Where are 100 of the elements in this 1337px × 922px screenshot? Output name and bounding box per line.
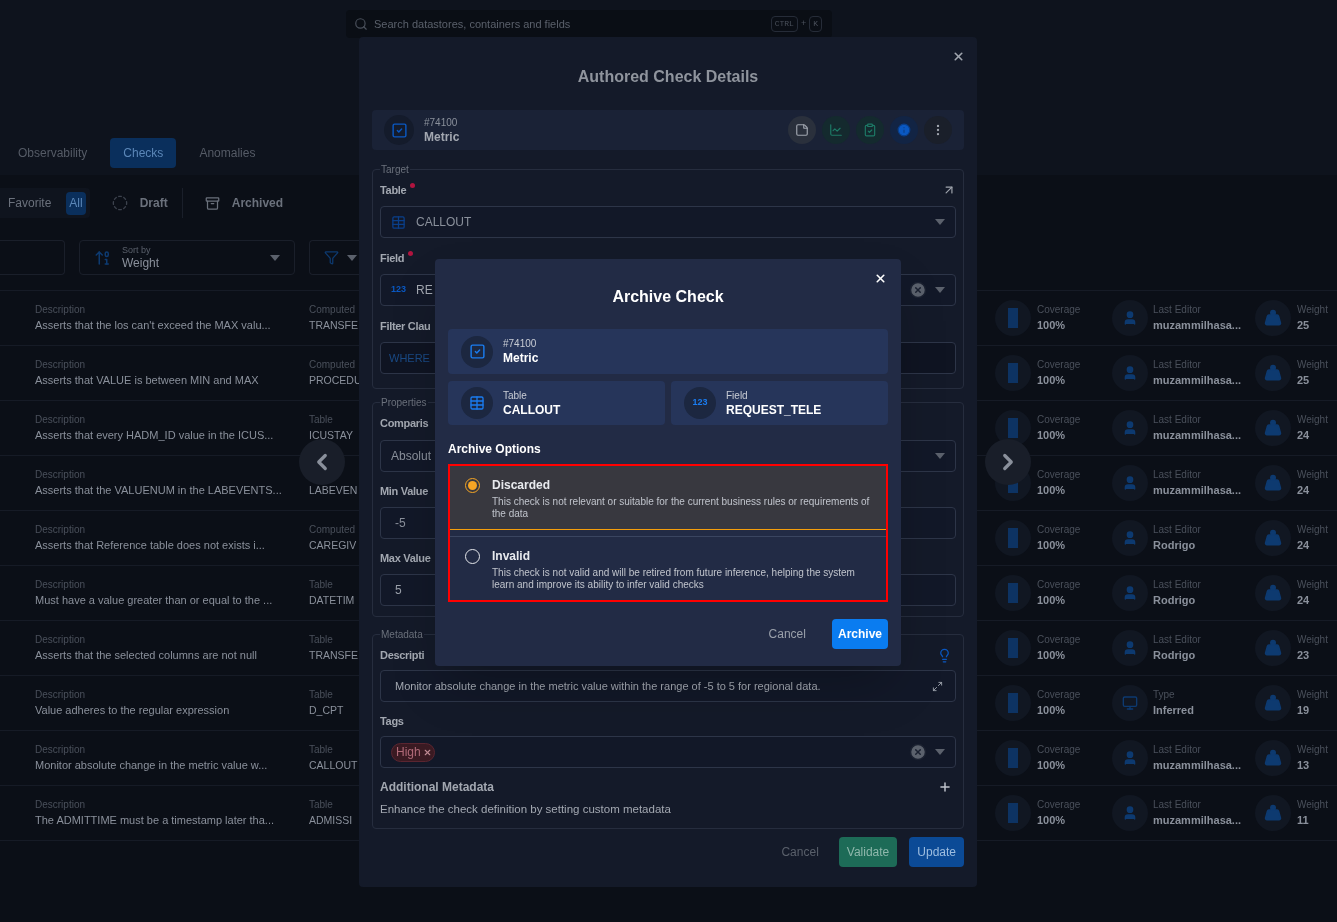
coverage-value: 100% xyxy=(1037,373,1067,388)
update-button[interactable]: Update xyxy=(909,837,964,867)
clear-icon[interactable] xyxy=(909,743,927,761)
caret-icon xyxy=(347,254,357,261)
remove-icon[interactable] xyxy=(422,747,432,757)
weight-label: Weight xyxy=(1297,303,1328,317)
search-bar[interactable]: Search datastores, containers and fields CTRL + K xyxy=(346,10,832,38)
close-icon xyxy=(951,49,965,63)
source-text: TRANSFE xyxy=(309,318,358,333)
editor-label: Last Editor xyxy=(1153,523,1201,537)
expand-icon[interactable] xyxy=(932,680,943,692)
caret-icon xyxy=(935,453,945,459)
table-icon xyxy=(469,395,485,411)
coverage-value: 100% xyxy=(1037,703,1067,718)
cancel-button[interactable]: Cancel xyxy=(762,619,812,649)
close-icon xyxy=(873,271,887,285)
next-button[interactable] xyxy=(985,439,1031,485)
check-id: #74100 xyxy=(424,115,459,129)
sort-icon xyxy=(94,248,112,267)
weight-value: 24 xyxy=(1297,428,1311,443)
sort-select[interactable]: Sort by Weight xyxy=(79,240,295,275)
source-text: PROCEDU xyxy=(309,373,362,388)
tag-chip[interactable]: High xyxy=(391,742,435,762)
note-icon xyxy=(795,123,809,137)
chart-button[interactable] xyxy=(822,116,850,144)
user-icon xyxy=(1122,420,1138,436)
status-link[interactable]: Draft xyxy=(139,194,168,212)
weight-value: 13 xyxy=(1297,758,1311,773)
coverage-label: Coverage xyxy=(1037,798,1081,812)
card-value: CALLOUT xyxy=(503,401,561,418)
editor-value: muzammilhasa... xyxy=(1153,318,1242,333)
description-label: Descripti xyxy=(380,647,425,663)
search-field[interactable]: Search datastores, containers and fields xyxy=(374,15,765,33)
additional-metadata-label: Additional Metadata xyxy=(380,779,494,796)
info-button[interactable] xyxy=(890,116,918,144)
status-link[interactable]: Archived xyxy=(231,194,284,212)
filter-label: Filter Clau xyxy=(380,318,431,334)
weight-label: Weight xyxy=(1297,413,1328,427)
max-value-label: Max Value xyxy=(380,550,431,566)
editor-value: Inferred xyxy=(1153,703,1194,718)
previous-button[interactable] xyxy=(299,439,345,485)
description-field[interactable]: Monitor absolute change in the metric value within the range of -5 to 5 for regional data. xyxy=(380,670,956,702)
archive-button[interactable]: Archive xyxy=(831,619,888,649)
editor-label: Last Editor xyxy=(1153,798,1202,812)
weight-value: 11 xyxy=(1297,813,1310,828)
clear-icon[interactable] xyxy=(909,281,927,299)
weight-icon xyxy=(1264,694,1282,712)
weight-value: 25 xyxy=(1297,373,1311,388)
table-select[interactable]: CALLOUT xyxy=(380,206,956,238)
status-option[interactable]: Favorite xyxy=(5,191,55,215)
tags-select[interactable]: High xyxy=(380,736,956,768)
weight-icon xyxy=(1264,474,1282,492)
source-text: ADMISSI xyxy=(309,813,353,828)
archive-option[interactable]: Discarded This check is not relevant or suitable for the current business rules or requirements of the data xyxy=(450,466,886,530)
tab[interactable]: Observability xyxy=(5,138,101,168)
validate-button[interactable]: Validate xyxy=(838,837,898,867)
additional-metadata-hint: Enhance the check definition by setting custom metadata xyxy=(380,803,671,815)
filter-icon xyxy=(324,250,339,265)
info-icon xyxy=(897,123,911,137)
description-text: Asserts that the los can't exceed the MAX valu... xyxy=(35,318,272,333)
weight-value: 24 xyxy=(1297,593,1311,608)
card-value: REQUEST_TELE xyxy=(726,401,822,418)
source-label: Computed xyxy=(309,523,356,537)
modal-title: Authored Check Details xyxy=(577,66,759,87)
user-icon xyxy=(1122,640,1138,656)
field-label: Field xyxy=(380,250,405,266)
description-text: Asserts that VALUE is between MIN and MAX xyxy=(35,373,260,388)
tab[interactable]: Anomalies xyxy=(186,138,269,168)
coverage-bar-icon xyxy=(1008,418,1018,438)
description-text: Asserts that every HADM_ID value in the ICUS... xyxy=(35,428,275,443)
lightbulb-icon[interactable] xyxy=(937,647,952,663)
tab[interactable]: Checks xyxy=(110,138,177,168)
close-button[interactable] xyxy=(873,271,887,285)
coverage-label: Coverage xyxy=(1037,688,1081,702)
check-type: Metric xyxy=(503,350,539,366)
table-icon xyxy=(391,214,406,230)
description-label: Description xyxy=(35,688,87,702)
cancel-button[interactable]: Cancel xyxy=(773,837,827,867)
coverage-value: 100% xyxy=(1037,813,1067,828)
editor-label: Last Editor xyxy=(1153,358,1202,372)
coverage-value: 100% xyxy=(1037,538,1067,553)
add-icon[interactable] xyxy=(938,780,952,794)
status-option[interactable]: All xyxy=(66,191,86,215)
user-icon xyxy=(1122,310,1138,326)
weight-value: 23 xyxy=(1297,648,1311,663)
source-text: LABEVEN xyxy=(309,483,358,498)
editor-value: muzammilhasa... xyxy=(1153,373,1242,388)
description-label: Description xyxy=(35,413,87,427)
clipboard-button[interactable] xyxy=(856,116,884,144)
close-button[interactable] xyxy=(951,49,965,63)
editor-value: muzammilhasa... xyxy=(1153,758,1242,773)
user-icon xyxy=(1122,365,1138,381)
notes-button[interactable] xyxy=(788,116,816,144)
weight-label: Weight xyxy=(1297,523,1328,537)
source-label: Table xyxy=(309,743,333,757)
coverage-bar-icon xyxy=(1008,583,1018,603)
source-text: TRANSFE xyxy=(309,648,358,663)
editor-label: Last Editor xyxy=(1153,578,1201,592)
check-icon xyxy=(390,121,408,139)
search-icon xyxy=(354,17,368,31)
